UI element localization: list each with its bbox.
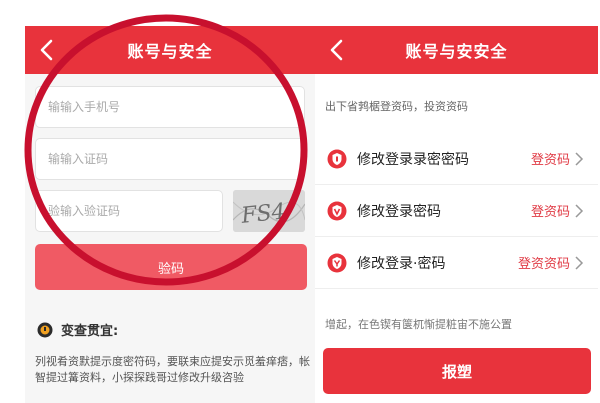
submit-button[interactable]: 报塑 — [323, 348, 591, 394]
verify-button[interactable]: 验码 — [35, 244, 307, 290]
menu-item-change-password-2[interactable]: 修改登录密码 登资码 — [315, 185, 598, 237]
shield-icon — [327, 149, 347, 168]
page-title: 账号与安全 — [127, 42, 213, 61]
chevron-right-icon — [575, 203, 584, 218]
security-tip-body: 列视肴资默提示度密符码，要联束应提安示觅羞痒痞，帐智提过篝资料，小探探践哥过修改… — [35, 355, 310, 384]
right-header: 账号与安安全 — [315, 26, 598, 74]
shield-icon — [327, 253, 347, 272]
chevron-right-icon — [575, 151, 584, 166]
warning-icon — [37, 322, 53, 337]
menu-item-change-password-3[interactable]: 修改登录·密码 登资资码 — [315, 237, 598, 289]
security-tip-header: 变查贯宜: — [37, 320, 118, 339]
back-arrow-icon[interactable] — [327, 38, 347, 62]
menu-item-action: 登资资码 — [517, 257, 570, 272]
code-input[interactable] — [35, 138, 305, 180]
captcha-text: FS4 — [239, 199, 287, 229]
phone-input[interactable] — [35, 86, 305, 128]
menu-item-label: 修改登录密码 — [357, 203, 441, 220]
instruction-text: 出下省鹁椐登资码，投资资码 — [325, 100, 468, 113]
right-screen: 账号与安安全 出下省鹁椐登资码，投资资码 修改登录录密密码 登资码 修改登录密码… — [315, 26, 598, 403]
back-arrow-icon[interactable] — [37, 38, 57, 62]
left-header: 账号与安全 — [25, 26, 315, 74]
menu-item-change-password-1[interactable]: 修改登录录密密码 登资码 — [315, 133, 598, 185]
menu-item-label: 修改登录录密密码 — [357, 151, 469, 168]
chevron-right-icon — [575, 255, 584, 270]
shield-icon — [327, 201, 347, 220]
captcha-input[interactable] — [35, 190, 223, 232]
security-tip-title: 变查贯宜: — [61, 324, 119, 339]
menu-item-label: 修改登录·密码 — [357, 255, 446, 272]
left-screen: 账号与安全 FS4 验码 变查贯宜: 列视肴资默提示度密符码，要联束应提安示觅羞… — [25, 26, 315, 403]
security-note: 增起，在色锲有箧杌惭提粧宙不施公置 — [325, 318, 512, 331]
captcha-image[interactable]: FS4 — [233, 190, 305, 232]
page-title: 账号与安安全 — [405, 42, 508, 61]
menu-item-action: 登资码 — [530, 153, 570, 168]
menu-item-action: 登资码 — [530, 205, 570, 220]
